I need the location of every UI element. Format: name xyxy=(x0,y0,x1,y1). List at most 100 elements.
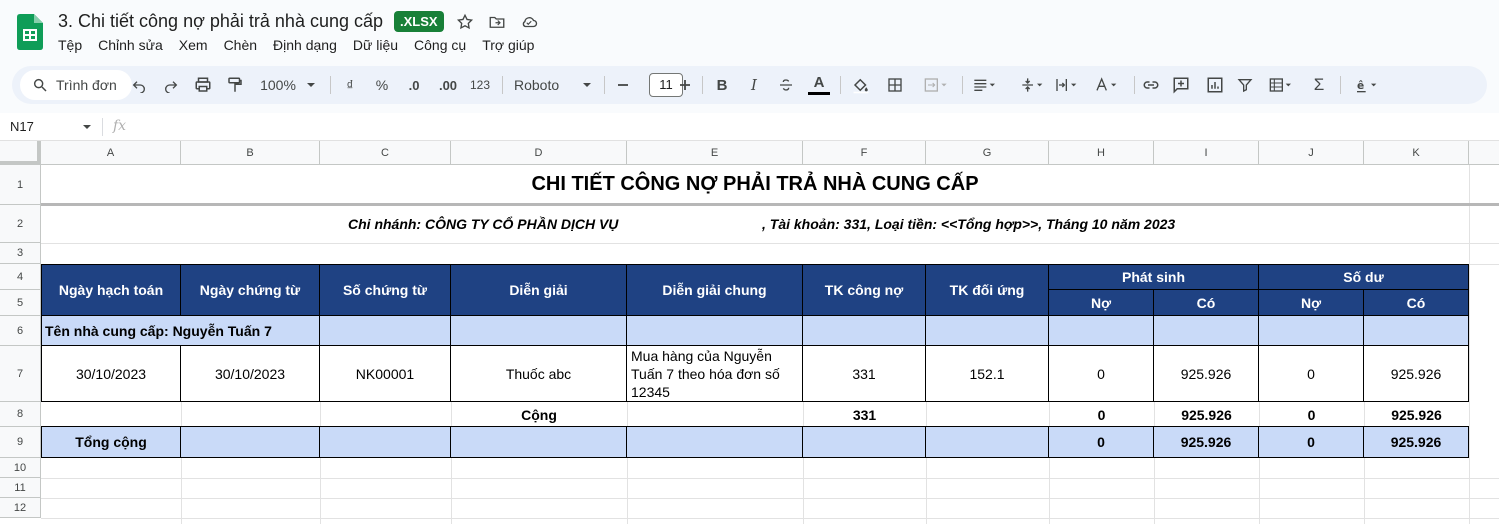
increase-font-size-icon[interactable] xyxy=(676,70,694,100)
redo-icon[interactable] xyxy=(160,70,182,100)
insert-comment-icon[interactable] xyxy=(1170,70,1192,100)
header-ngay-chung-tu[interactable]: Ngày chứng từ xyxy=(180,264,320,316)
header-phat-sinh[interactable]: Phát sinh xyxy=(1048,264,1259,290)
subtotal-phat-sinh-no[interactable]: 0 xyxy=(1049,402,1154,427)
detail-dien-giai[interactable]: Thuốc abc xyxy=(450,345,627,402)
font-family-select[interactable]: Roboto xyxy=(514,70,566,100)
detail-so-du-co[interactable]: 925.926 xyxy=(1363,345,1469,402)
table-cell[interactable] xyxy=(450,315,627,346)
increase-decimal-button[interactable]: .00 xyxy=(434,70,462,100)
header-so-du-co[interactable]: Có xyxy=(1363,289,1469,316)
menu-search[interactable]: Trình đơn xyxy=(20,70,132,100)
detail-phat-sinh-no[interactable]: 0 xyxy=(1048,345,1154,402)
total-so-du-no[interactable]: 0 xyxy=(1258,426,1364,458)
row-header-10[interactable]: 10 xyxy=(0,458,41,478)
header-ngay-hach-toan[interactable]: Ngày hạch toán xyxy=(41,264,181,316)
subtotal-tk-cong-no[interactable]: 331 xyxy=(803,402,926,427)
detail-ngay-chung-tu[interactable]: 30/10/2023 xyxy=(180,345,320,402)
decrease-font-size-icon[interactable] xyxy=(614,70,632,100)
header-phat-sinh-co[interactable]: Có xyxy=(1153,289,1259,316)
table-cell[interactable] xyxy=(450,426,627,458)
input-tools-icon[interactable]: ê xyxy=(1350,70,1384,100)
undo-icon[interactable] xyxy=(128,70,150,100)
text-rotation-icon[interactable] xyxy=(1090,70,1124,100)
currency-format-button[interactable]: ₫ xyxy=(340,70,360,100)
column-header-i[interactable]: I xyxy=(1154,141,1259,165)
detail-tk-doi-ung[interactable]: 152.1 xyxy=(925,345,1049,402)
column-header-b[interactable]: B xyxy=(181,141,320,165)
header-so-chung-tu[interactable]: Số chứng từ xyxy=(319,264,451,316)
star-icon[interactable] xyxy=(454,11,476,33)
table-cell[interactable] xyxy=(626,426,803,458)
row-header-9[interactable]: 9 xyxy=(0,427,41,458)
row-header-4[interactable]: 4 xyxy=(0,264,41,290)
row-header-11[interactable]: 11 xyxy=(0,478,41,498)
subtotal-label[interactable]: Cộng xyxy=(451,402,627,427)
header-tk-cong-no[interactable]: TK công nợ xyxy=(802,264,926,316)
detail-so-chung-tu[interactable]: NK00001 xyxy=(319,345,451,402)
move-folder-icon[interactable] xyxy=(486,11,508,33)
report-subtitle-branch[interactable]: Chi nhánh: CÔNG TY CỔ PHẦN DỊCH VỤ xyxy=(348,205,768,243)
percent-format-button[interactable]: % xyxy=(372,70,392,100)
paint-format-icon[interactable] xyxy=(224,70,246,100)
chevron-down-icon[interactable] xyxy=(82,122,92,132)
strikethrough-icon[interactable] xyxy=(776,70,796,100)
table-cell[interactable] xyxy=(319,426,451,458)
table-cell[interactable] xyxy=(626,315,803,346)
column-header-c[interactable]: C xyxy=(320,141,451,165)
menu-file[interactable]: Tệp xyxy=(58,37,82,53)
menu-format[interactable]: Định dạng xyxy=(273,37,337,53)
supplier-name[interactable]: Tên nhà cung cấp: Nguyễn Tuấn 7 xyxy=(45,315,319,346)
subtotal-phat-sinh-co[interactable]: 925.926 xyxy=(1154,402,1259,427)
filter-views-icon[interactable] xyxy=(1264,70,1298,100)
insert-chart-icon[interactable] xyxy=(1204,70,1226,100)
column-header-d[interactable]: D xyxy=(451,141,627,165)
fill-color-icon[interactable] xyxy=(850,70,872,100)
table-cell[interactable] xyxy=(1258,315,1364,346)
spreadsheet-grid[interactable]: A B C D E F G H I J K 1 2 3 4 5 6 7 8 9 … xyxy=(0,141,1499,524)
column-header-j[interactable]: J xyxy=(1259,141,1364,165)
menu-help[interactable]: Trợ giúp xyxy=(482,37,534,53)
subtotal-so-du-co[interactable]: 925.926 xyxy=(1364,402,1469,427)
report-title[interactable]: CHI TIẾT CÔNG NỢ PHẢI TRẢ NHÀ CUNG CẤP xyxy=(41,165,1469,203)
zoom-select[interactable]: 100% xyxy=(256,70,300,100)
detail-ngay-hach-toan[interactable]: 30/10/2023 xyxy=(41,345,181,402)
total-phat-sinh-co[interactable]: 925.926 xyxy=(1153,426,1259,458)
row-header-7[interactable]: 7 xyxy=(0,346,41,402)
detail-phat-sinh-co[interactable]: 925.926 xyxy=(1153,345,1259,402)
chevron-down-icon[interactable] xyxy=(580,70,594,100)
column-header-h[interactable]: H xyxy=(1049,141,1154,165)
number-format-button[interactable]: 123 xyxy=(468,70,492,100)
table-cell[interactable] xyxy=(1153,315,1259,346)
borders-icon[interactable] xyxy=(884,70,906,100)
header-phat-sinh-no[interactable]: Nợ xyxy=(1048,289,1154,316)
table-cell[interactable] xyxy=(1048,315,1154,346)
print-icon[interactable] xyxy=(192,70,214,100)
horizontal-align-icon[interactable] xyxy=(968,70,1002,100)
name-box[interactable]: N17 xyxy=(10,119,34,134)
row-header-12[interactable]: 12 xyxy=(0,498,41,518)
vertical-align-icon[interactable] xyxy=(1016,70,1050,100)
menu-tools[interactable]: Công cụ xyxy=(414,37,466,53)
document-title[interactable]: 3. Chi tiết công nợ phải trả nhà cung cấ… xyxy=(58,11,383,32)
table-cell[interactable] xyxy=(925,426,1049,458)
detail-dien-giai-chung[interactable]: Mua hàng của Nguyễn Tuấn 7 theo hóa đơn … xyxy=(626,345,803,402)
bold-icon[interactable]: B xyxy=(712,70,732,100)
row-header-1[interactable]: 1 xyxy=(0,165,41,205)
column-header-e[interactable]: E xyxy=(627,141,803,165)
header-dien-giai[interactable]: Diễn giải xyxy=(450,264,627,316)
subtotal-so-du-no[interactable]: 0 xyxy=(1259,402,1364,427)
menu-insert[interactable]: Chèn xyxy=(224,37,257,53)
column-header-g[interactable]: G xyxy=(926,141,1049,165)
total-label[interactable]: Tổng cộng xyxy=(41,426,181,458)
detail-so-du-no[interactable]: 0 xyxy=(1258,345,1364,402)
menu-view[interactable]: Xem xyxy=(179,37,208,53)
table-cell[interactable] xyxy=(802,315,926,346)
text-wrapping-icon[interactable] xyxy=(1050,70,1084,100)
row-header-3[interactable]: 3 xyxy=(0,243,41,264)
header-so-du-no[interactable]: Nợ xyxy=(1258,289,1364,316)
column-header-k[interactable]: K xyxy=(1364,141,1469,165)
column-header-a[interactable]: A xyxy=(41,141,181,165)
total-phat-sinh-no[interactable]: 0 xyxy=(1048,426,1154,458)
menu-data[interactable]: Dữ liệu xyxy=(353,37,398,53)
